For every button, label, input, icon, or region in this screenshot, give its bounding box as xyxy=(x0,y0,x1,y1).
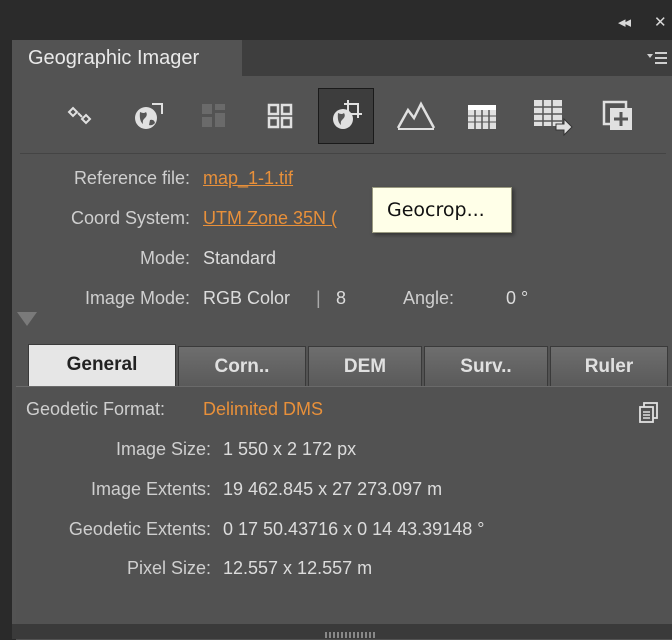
tab-corners[interactable]: Corn.. xyxy=(178,346,306,386)
export-grid-icon[interactable] xyxy=(524,88,580,144)
geodetic-format-label: Geodetic Format: xyxy=(26,399,166,419)
geodetic-extents-label: Geodetic Extents: xyxy=(68,519,211,539)
tab-dem[interactable]: DEM xyxy=(308,346,422,386)
add-layer-icon[interactable] xyxy=(590,88,646,144)
bit-depth-value: 8 xyxy=(336,288,347,308)
close-panel-icon[interactable]: ✕ xyxy=(654,13,667,31)
image-mode-separator: | xyxy=(316,288,321,308)
image-extents-label: Image Extents: xyxy=(90,479,211,499)
resize-grip-icon[interactable] xyxy=(325,632,375,638)
image-mode-label: Image Mode: xyxy=(84,288,190,308)
pixel-size-value: 12.557 x 12.557 m xyxy=(223,558,373,578)
detail-tabs: General Corn.. DEM Surv.. Ruler xyxy=(16,344,672,386)
toolbar-divider xyxy=(20,153,666,154)
transform-icon[interactable] xyxy=(52,88,108,144)
reference-file-label: Reference file: xyxy=(73,168,190,188)
coord-system-label: Coord System: xyxy=(70,208,190,228)
terrain-icon[interactable] xyxy=(388,88,444,144)
table-icon[interactable] xyxy=(454,88,510,144)
image-mode-value: RGB Color xyxy=(203,288,291,308)
tab-ruler[interactable]: Ruler xyxy=(550,346,668,386)
tab-general[interactable]: General xyxy=(28,344,176,386)
angle-label: Angle: xyxy=(403,288,455,308)
pixel-size-label: Pixel Size: xyxy=(126,558,211,578)
mode-value: Standard xyxy=(203,248,277,268)
collapse-info-toggle-icon[interactable] xyxy=(17,312,37,326)
mosaic-icon[interactable] xyxy=(186,88,242,144)
tab-survey[interactable]: Surv.. xyxy=(424,346,548,386)
reference-file-link[interactable]: map_1-1.tif xyxy=(203,168,293,189)
panel-tab-strip: Geographic Imager xyxy=(12,40,672,76)
geocrop-tooltip: Geocrop... xyxy=(372,187,512,233)
geocrop-icon[interactable] xyxy=(318,88,374,144)
geodetic-extents-value: 0 17 50.43716 x 0 14 43.39148 ° xyxy=(223,519,485,539)
panel-bottom-bar xyxy=(12,624,672,639)
tile-icon[interactable] xyxy=(252,88,308,144)
coord-system-link[interactable]: UTM Zone 35N ( xyxy=(203,208,337,229)
mode-label: Mode: xyxy=(139,248,190,268)
image-extents-value: 19 462.845 x 27 273.097 m xyxy=(223,479,443,499)
georeference-icon[interactable] xyxy=(120,88,176,144)
collapse-panel-icon[interactable]: ◂◂ xyxy=(618,13,631,31)
general-tab-panel: Geodetic Format: Delimited DMS Image Siz… xyxy=(16,386,672,640)
geodetic-format-value[interactable]: Delimited DMS xyxy=(203,399,323,420)
toolbar xyxy=(12,88,672,148)
image-size-label: Image Size: xyxy=(115,439,211,459)
window-title-bar: ◂◂ ✕ xyxy=(0,0,672,40)
panel-title-tab[interactable]: Geographic Imager xyxy=(12,40,242,76)
angle-value: 0 ° xyxy=(506,288,529,308)
image-size-value: 1 550 x 2 172 px xyxy=(223,439,357,459)
copy-icon[interactable] xyxy=(638,401,660,428)
panel-menu-icon[interactable] xyxy=(646,49,668,67)
